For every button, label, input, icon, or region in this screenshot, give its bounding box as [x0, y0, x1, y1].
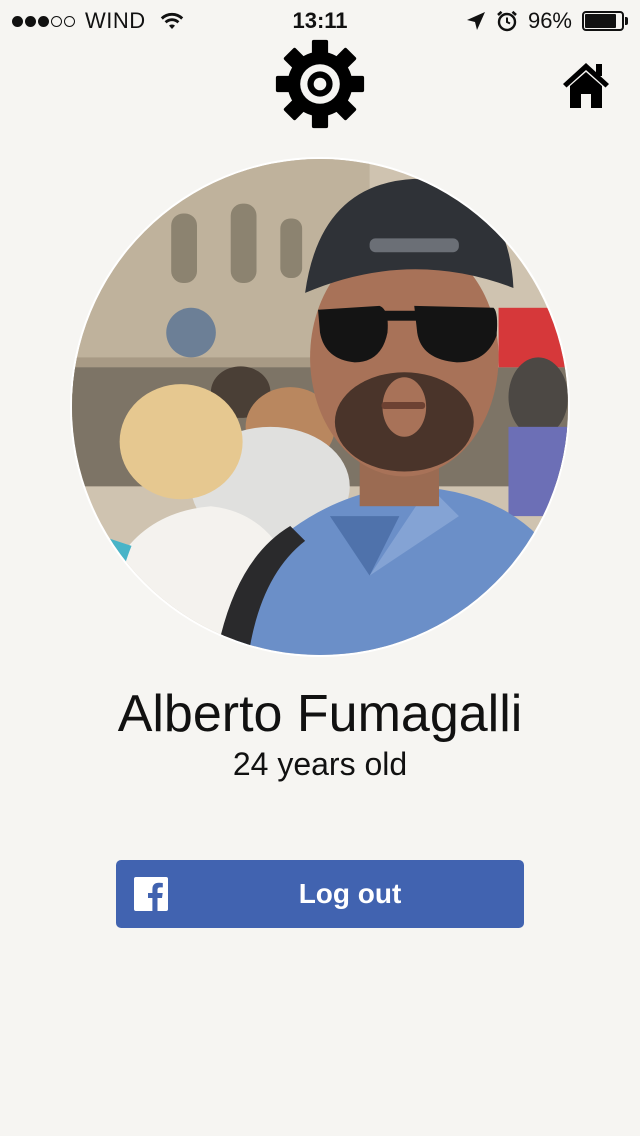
- profile-photo: [72, 159, 568, 655]
- settings-button[interactable]: [275, 39, 365, 129]
- profile-avatar: [70, 157, 570, 657]
- home-button[interactable]: [560, 60, 612, 110]
- profile-age: 24 years old: [232, 746, 408, 782]
- alarm-clock-icon: [497, 10, 517, 32]
- home-icon: [563, 63, 609, 108]
- battery-level: [585, 14, 616, 28]
- profile-name: Alberto Fumagalli: [117, 685, 523, 743]
- battery-percent: 96%: [527, 8, 572, 33]
- logout-button[interactable]: Log out: [116, 860, 524, 928]
- gear-icon: [275, 39, 365, 129]
- location-arrow-icon: [466, 12, 485, 30]
- logout-label: Log out: [298, 878, 402, 909]
- status-right: 96%: [466, 8, 628, 34]
- status-bar: WIND 13:11 96%: [0, 0, 640, 40]
- facebook-icon: [134, 877, 168, 911]
- battery-icon: [582, 11, 628, 31]
